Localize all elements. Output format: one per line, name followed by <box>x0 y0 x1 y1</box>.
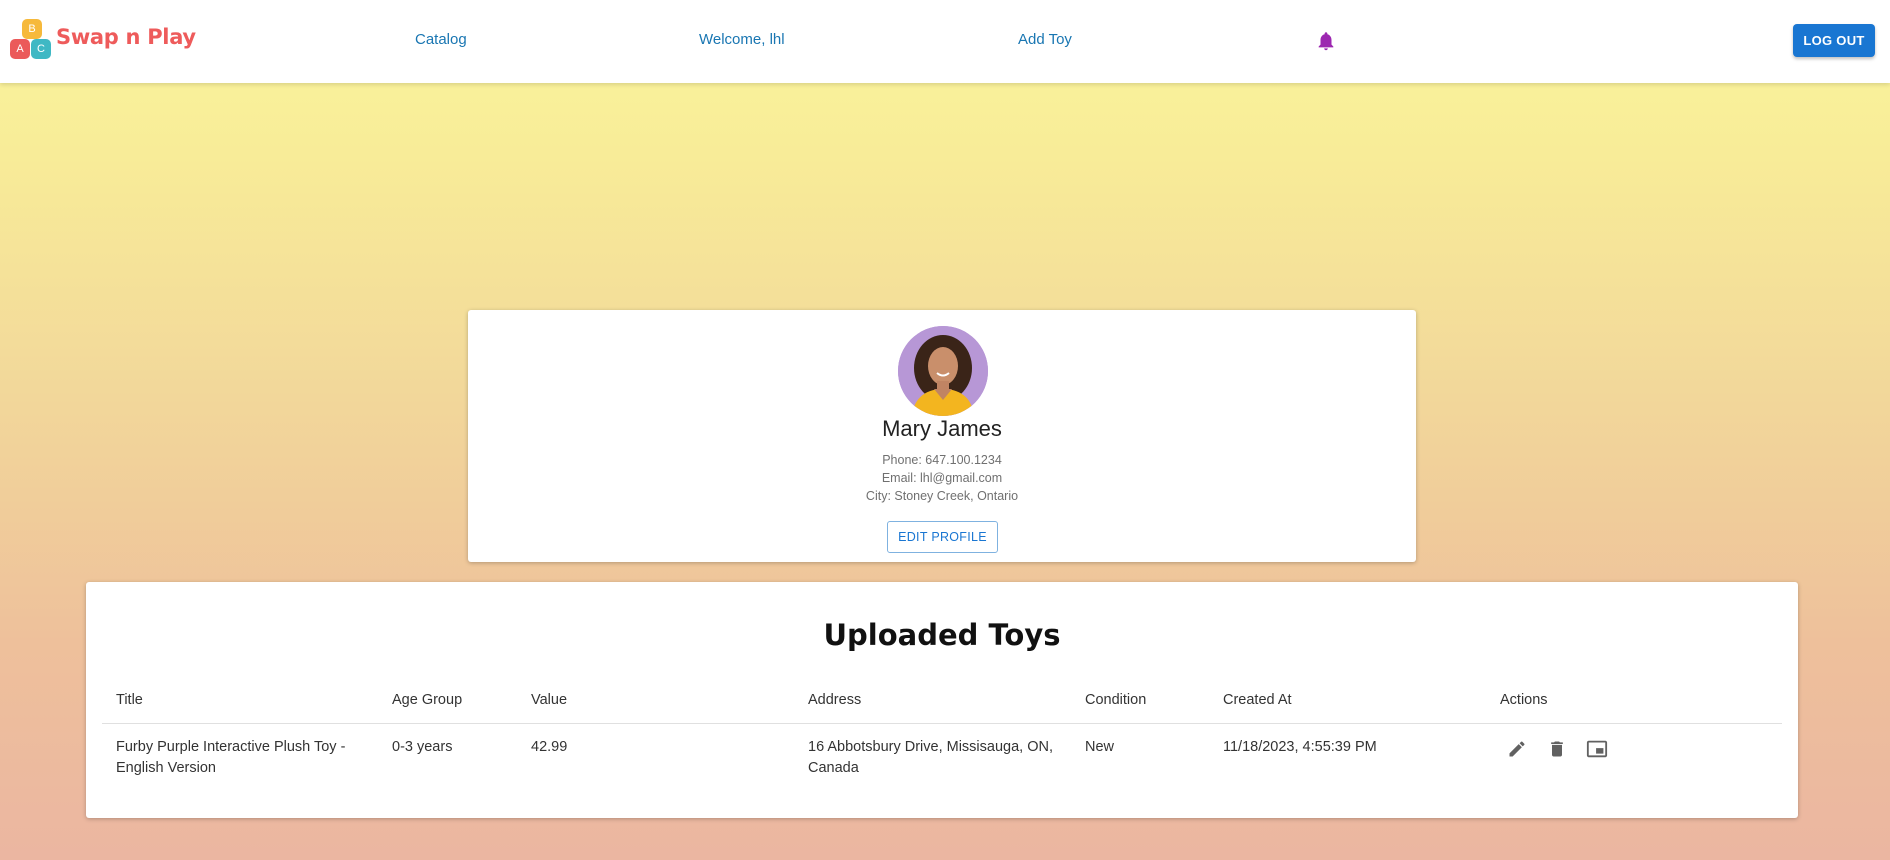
table-header-divider <box>102 723 1782 724</box>
column-header-title: Title <box>116 692 143 708</box>
brand-name: Swap n Play <box>56 25 196 49</box>
cell-title: Furby Purple Interactive Plush Toy - Eng… <box>116 739 346 776</box>
uploaded-toys-heading: Uploaded Toys <box>823 618 1061 652</box>
column-header-address: Address <box>808 692 862 708</box>
cell-value: 42.99 <box>531 739 568 755</box>
block-a: A <box>10 39 30 59</box>
delete-icon[interactable] <box>1543 735 1571 763</box>
column-header-condition: Condition <box>1085 692 1147 708</box>
picture-in-picture-icon[interactable] <box>1583 735 1611 763</box>
abc-blocks-icon: B A C <box>9 19 51 61</box>
profile-city: City: Stoney Creek, Ontario <box>865 489 1019 503</box>
edit-profile-button[interactable]: EDIT PROFILE <box>887 521 998 553</box>
block-c: C <box>31 39 51 59</box>
column-header-age-group: Age Group <box>392 692 463 708</box>
top-navbar: B A C Swap n Play Catalog Welcome, lhl A… <box>0 0 1890 83</box>
cell-address: 16 Abbotsbury Drive, Missisauga, ON, Can… <box>808 739 1053 776</box>
cell-created-at: 11/18/2023, 4:55:39 PM <box>1223 739 1377 755</box>
profile-email: Email: lhl@gmail.com <box>881 471 1003 485</box>
uploaded-toys-card: Uploaded Toys Title Age Group Value Addr… <box>86 582 1798 818</box>
column-header-created-at: Created At <box>1223 692 1292 708</box>
profile-phone: Phone: 647.100.1234 <box>882 453 1002 467</box>
cell-condition: New <box>1085 739 1115 755</box>
column-header-value: Value <box>531 692 568 708</box>
nav-catalog-link[interactable]: Catalog <box>415 31 467 48</box>
avatar <box>898 326 988 416</box>
logout-button[interactable]: LOG OUT <box>1793 24 1875 57</box>
cell-age-group: 0-3 years <box>392 739 453 755</box>
edit-icon[interactable] <box>1503 735 1531 763</box>
profile-name: Mary James <box>882 416 1002 441</box>
nav-add-toy-link[interactable]: Add Toy <box>1018 31 1072 48</box>
profile-card: Mary James Phone: 647.100.1234 Email: lh… <box>468 310 1416 562</box>
nav-welcome-link[interactable]: Welcome, lhl <box>699 31 785 48</box>
bell-icon[interactable] <box>1315 30 1337 52</box>
block-b: B <box>22 19 42 39</box>
brand-logo[interactable]: B A C Swap n Play <box>9 19 196 61</box>
column-header-actions: Actions <box>1500 692 1548 708</box>
